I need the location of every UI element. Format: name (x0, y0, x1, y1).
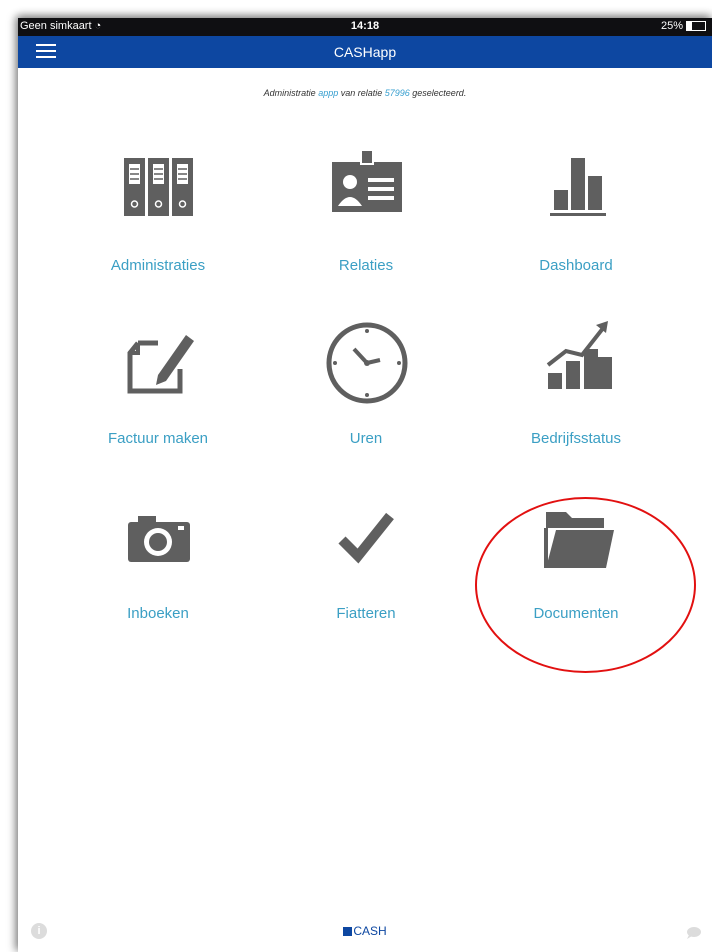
chat-icon[interactable] (686, 927, 702, 939)
brand-square-icon (343, 927, 353, 937)
footer-brand: CASH (18, 924, 712, 938)
folder-icon (544, 512, 614, 568)
battery-percent: 25% (660, 20, 683, 32)
tile-fiatteren[interactable]: Fiatteren (286, 488, 446, 622)
app-title: CASHapp (333, 44, 397, 60)
battery-indicator: 25% (661, 20, 706, 32)
admin-link[interactable]: appp (318, 88, 338, 98)
tile-label: Bedrijfsstatus (530, 430, 622, 447)
tile-documenten[interactable]: Documenten (496, 488, 656, 622)
tile-label: Relaties (338, 257, 394, 274)
app-window: Geen simkaart ◔ 14:18 25% CASHapp Admini… (18, 18, 712, 952)
tile-label: Administraties (110, 257, 206, 274)
tile-label: Fiatteren (336, 605, 396, 622)
battery-icon (686, 21, 706, 31)
tile-inboeken[interactable]: Inboeken (78, 488, 238, 622)
checkmark-icon (338, 512, 394, 564)
tile-label: Documenten (533, 605, 619, 622)
selection-info: Administratie appp van relatie 57996 ges… (263, 88, 467, 98)
camera-icon (128, 516, 190, 562)
status-bar: Geen simkaart ◔ 14:18 25% (18, 18, 712, 36)
bar-chart-icon (550, 158, 606, 216)
edit-document-icon (127, 335, 194, 394)
tile-factuur-maken[interactable]: Factuur maken (78, 313, 238, 447)
tile-label: Factuur maken (107, 430, 209, 447)
tile-label: Uren (349, 430, 383, 447)
nav-bar: CASHapp (18, 36, 712, 68)
tile-uren[interactable]: Uren (286, 313, 446, 447)
id-card-icon (332, 149, 402, 212)
tile-relaties[interactable]: Relaties (286, 140, 446, 274)
relation-link[interactable]: 57996 (385, 88, 410, 98)
trend-chart-icon (546, 321, 612, 389)
clock-icon (326, 322, 408, 404)
tile-bedrijfsstatus[interactable]: Bedrijfsstatus (496, 313, 656, 447)
tile-dashboard[interactable]: Dashboard (496, 140, 656, 274)
clock: 14:18 (350, 20, 380, 32)
tile-label: Inboeken (127, 605, 189, 622)
tile-label: Dashboard (539, 257, 613, 274)
tile-administraties[interactable]: Administraties (78, 140, 238, 274)
binders-icon (124, 158, 193, 216)
